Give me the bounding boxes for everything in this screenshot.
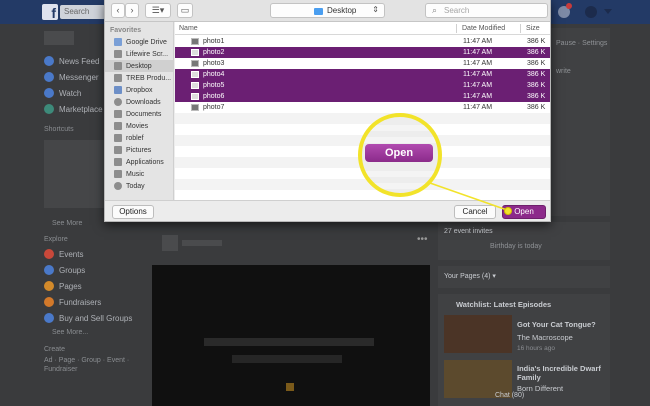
magnified-open-button: Open	[365, 144, 433, 162]
callout-connector-line	[429, 182, 508, 211]
magnifier-callout: Open	[358, 113, 442, 197]
magnifier-stripe	[362, 125, 438, 131]
magnifier-stripe	[362, 171, 438, 177]
magnifier-stripe	[362, 183, 438, 189]
callout-target-dot	[504, 207, 512, 215]
magnifier-stripe	[362, 137, 438, 143]
